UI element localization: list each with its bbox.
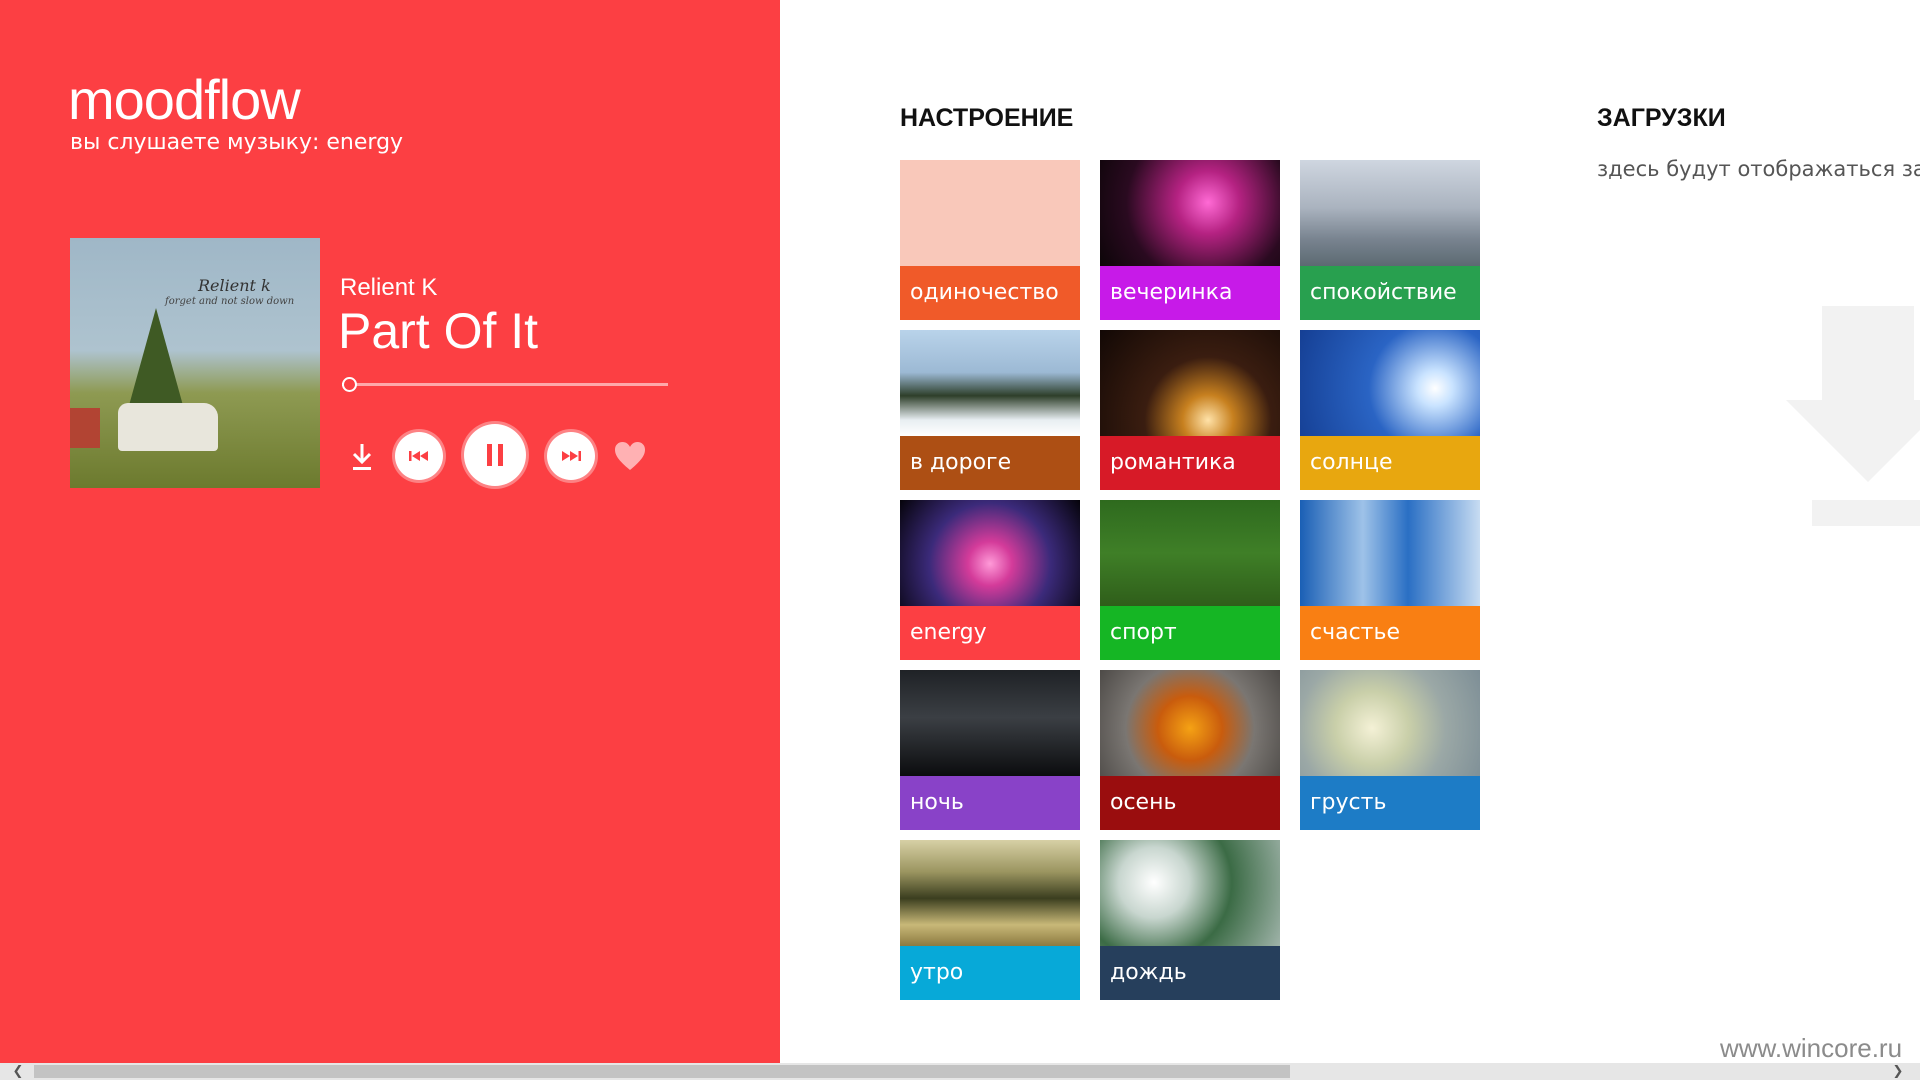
mood-tile[interactable]: романтика xyxy=(1100,330,1280,490)
mood-tile-photo xyxy=(1100,670,1280,776)
downloads-empty-text: здесь будут отображаться заг xyxy=(1597,157,1920,181)
cover-barn xyxy=(70,408,100,448)
mood-tile[interactable]: спокойствие xyxy=(1300,160,1480,320)
progress-bar[interactable] xyxy=(341,377,668,392)
mood-tile[interactable]: утро xyxy=(900,840,1080,1000)
mood-tile[interactable]: дождь xyxy=(1100,840,1280,1000)
mood-tile[interactable]: солнце xyxy=(1300,330,1480,490)
watermark: www.wincore.ru xyxy=(1720,1033,1903,1063)
mood-tile-label: спокойствие xyxy=(1300,266,1480,320)
mood-tile-label: дождь xyxy=(1100,946,1280,1000)
mood-tile-label: вечеринка xyxy=(1100,266,1280,320)
mood-tile-photo xyxy=(1100,330,1280,436)
mood-tile-label: солнце xyxy=(1300,436,1480,490)
moods-heading: НАСТРОЕНИЕ xyxy=(900,104,1074,132)
mood-tile[interactable]: в дороге xyxy=(900,330,1080,490)
mood-tile-label: ночь xyxy=(900,776,1080,830)
mood-tile-label: спорт xyxy=(1100,606,1280,660)
heart-icon[interactable] xyxy=(613,440,647,472)
album-cover: Relient k forget and not slow down xyxy=(70,238,320,488)
pause-button[interactable] xyxy=(464,424,526,486)
progress-thumb[interactable] xyxy=(341,377,357,392)
download-icon[interactable] xyxy=(350,442,374,472)
track-title: Part Of It xyxy=(338,303,539,359)
mood-tile-label: одиночество xyxy=(900,266,1080,320)
mood-tile-label: романтика xyxy=(1100,436,1280,490)
cover-trailer xyxy=(118,403,218,451)
scrollbar-thumb[interactable] xyxy=(34,1065,1290,1078)
mood-tile-photo xyxy=(900,670,1080,776)
scroll-right-icon[interactable]: ❯ xyxy=(1888,1063,1908,1080)
pause-icon xyxy=(487,444,503,466)
next-icon xyxy=(562,451,581,461)
previous-button[interactable] xyxy=(395,432,443,480)
mood-tile-label: осень xyxy=(1100,776,1280,830)
mood-tile-photo xyxy=(1100,840,1280,946)
previous-icon xyxy=(409,451,428,461)
mood-tile[interactable]: вечеринка xyxy=(1100,160,1280,320)
mood-tile-photo xyxy=(1300,330,1480,436)
next-button[interactable] xyxy=(547,432,595,480)
mood-tile-photo xyxy=(900,500,1080,606)
mood-tile-label: счастье xyxy=(1300,606,1480,660)
mood-tile[interactable]: грусть xyxy=(1300,670,1480,830)
downloads-heading: ЗАГРУЗКИ xyxy=(1597,104,1726,132)
cover-title-text: Relient k xyxy=(198,276,271,295)
mood-tile[interactable]: спорт xyxy=(1100,500,1280,660)
mood-tile[interactable]: ночь xyxy=(900,670,1080,830)
mood-tile[interactable]: energy xyxy=(900,500,1080,660)
player-panel: moodflow вы слушаете музыку: energy Reli… xyxy=(0,0,780,1063)
horizontal-scrollbar[interactable]: ❮ ❯ xyxy=(0,1063,1920,1080)
mood-tile-label: energy xyxy=(900,606,1080,660)
mood-tile-photo xyxy=(900,330,1080,436)
mood-tile-photo xyxy=(900,840,1080,946)
cover-subtitle-text: forget and not slow down xyxy=(165,296,295,307)
mood-tile[interactable]: осень xyxy=(1100,670,1280,830)
artist-name: Relient K xyxy=(340,274,438,301)
mood-tile[interactable]: счастье xyxy=(1300,500,1480,660)
mood-tile-photo xyxy=(1100,500,1280,606)
mood-tile-photo xyxy=(1300,160,1480,266)
mood-tile-photo xyxy=(1100,160,1280,266)
now-playing-caption: вы слушаете музыку: energy xyxy=(70,130,404,155)
mood-tile-label: в дороге xyxy=(900,436,1080,490)
app-logo: moodflow xyxy=(68,68,301,131)
mood-tile-photo xyxy=(1300,500,1480,606)
mood-tile-photo xyxy=(1300,670,1480,776)
mood-tile[interactable]: одиночество xyxy=(900,160,1080,320)
scroll-left-icon[interactable]: ❮ xyxy=(8,1063,28,1080)
mood-tile-label: грусть xyxy=(1300,776,1480,830)
mood-tile-photo xyxy=(900,160,1080,266)
mood-tile-label: утро xyxy=(900,946,1080,1000)
